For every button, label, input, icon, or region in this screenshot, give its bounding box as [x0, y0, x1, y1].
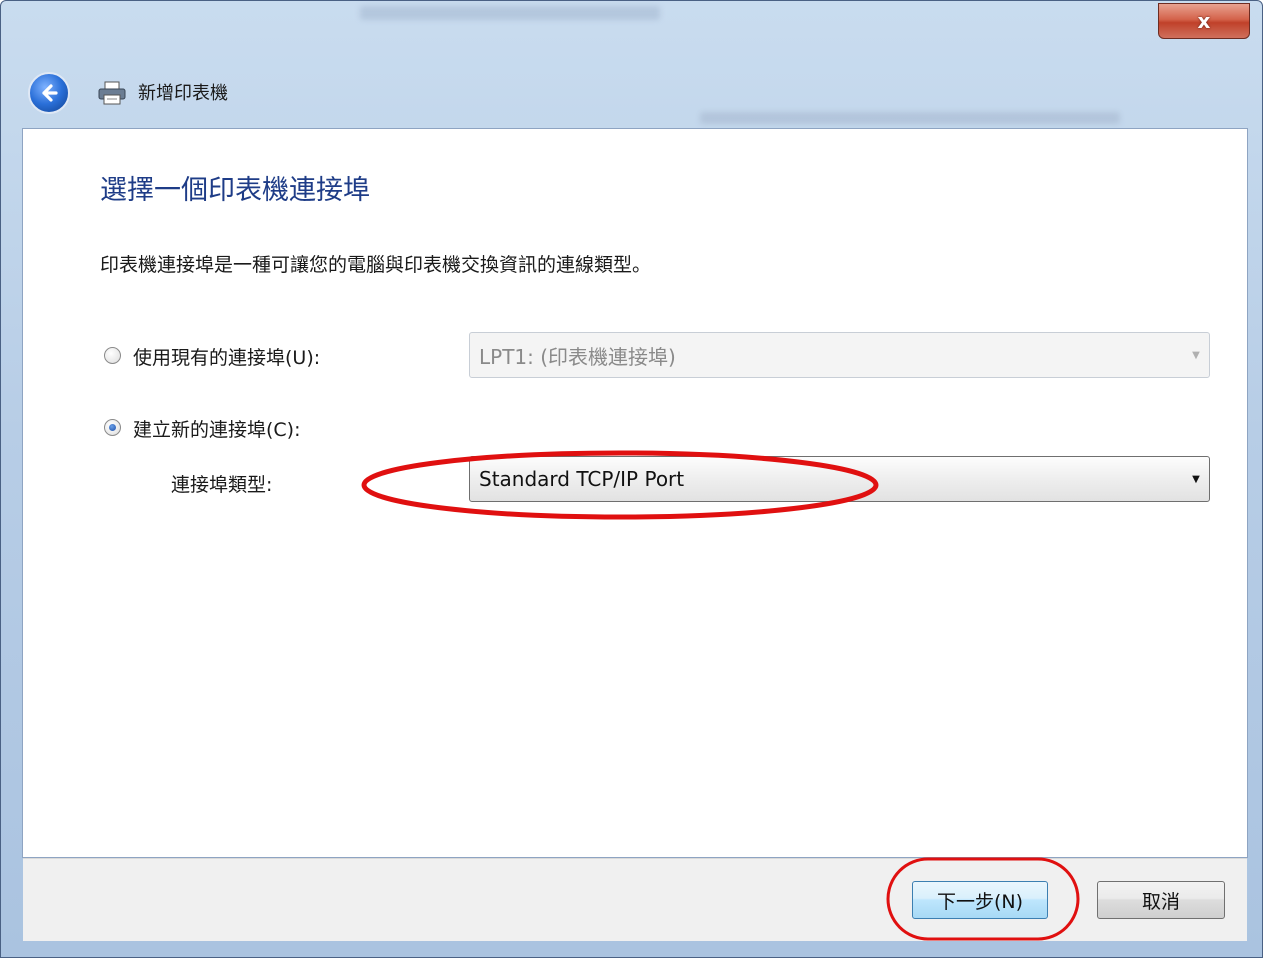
- dropdown-arrow-icon: ▼: [1192, 473, 1200, 485]
- port-type-value: Standard TCP/IP Port: [479, 467, 685, 491]
- close-icon: x: [1197, 9, 1211, 33]
- page-description: 印表機連接埠是一種可讓您的電腦與印表機交換資訊的連線類型。: [100, 254, 652, 276]
- existing-port-value: LPT1: (印表機連接埠): [479, 344, 676, 369]
- new-port-radio[interactable]: [104, 419, 121, 436]
- printer-icon: [98, 81, 126, 105]
- port-type-select[interactable]: Standard TCP/IP Port ▼: [469, 456, 1210, 502]
- background-blur-toolbar: [700, 112, 1120, 124]
- new-port-label[interactable]: 建立新的連接埠(C):: [133, 415, 301, 442]
- existing-port-select[interactable]: LPT1: (印表機連接埠) ▼: [469, 332, 1210, 378]
- footer-bar: [23, 858, 1247, 941]
- cancel-button[interactable]: 取消: [1097, 881, 1225, 919]
- back-button[interactable]: [28, 72, 70, 114]
- port-type-label: 連接埠類型:: [171, 474, 273, 496]
- next-button[interactable]: 下一步(N): [912, 881, 1048, 919]
- window-title: 新增印表機: [138, 83, 228, 104]
- background-blur: [360, 6, 660, 20]
- existing-port-radio[interactable]: [104, 347, 121, 364]
- back-arrow-icon: [42, 84, 58, 102]
- page-heading: 選擇一個印表機連接埠: [100, 175, 370, 206]
- dropdown-arrow-icon: ▼: [1192, 349, 1200, 361]
- close-button[interactable]: x: [1158, 3, 1250, 39]
- existing-port-label[interactable]: 使用現有的連接埠(U):: [133, 343, 320, 370]
